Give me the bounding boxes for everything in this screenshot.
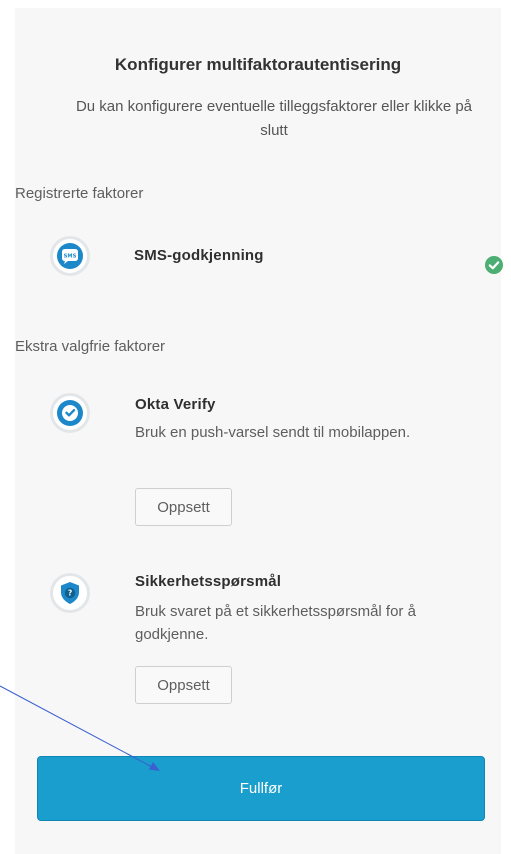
- security-question-icon: ?: [50, 573, 90, 613]
- okta-verify-name: Okta Verify: [135, 396, 216, 413]
- sms-factor-name: SMS-godkjenning: [134, 247, 264, 264]
- page-subtitle: Du kan konfigurere eventuelle tilleggsfa…: [75, 98, 473, 139]
- security-question-description: Bruk svaret på et sikkerhetsspørsmål for…: [135, 603, 416, 643]
- svg-text:SMS: SMS: [64, 254, 77, 260]
- okta-verify-description: Bruk en push-varsel sendt til mobilappen…: [135, 424, 411, 441]
- sms-icon: SMS: [50, 236, 90, 276]
- security-question-setup-button[interactable]: Oppsett: [135, 666, 232, 704]
- check-circle-icon: [485, 256, 503, 274]
- optional-factors-label: Ekstra valgfrie faktorer: [15, 338, 166, 355]
- okta-verify-icon: [50, 393, 90, 433]
- okta-verify-setup-button[interactable]: Oppsett: [135, 488, 232, 526]
- finish-button[interactable]: Fullfør: [37, 756, 485, 821]
- security-question-name: Sikkerhetsspørsmål: [135, 573, 282, 590]
- page-title: Konfigurer multifaktorautentisering: [114, 55, 402, 74]
- svg-text:?: ?: [68, 589, 72, 598]
- mfa-setup-card: Konfigurer multifaktorautentisering Du k…: [15, 8, 503, 854]
- registered-factors-label: Registrerte faktorer: [15, 185, 144, 202]
- page: Konfigurer multifaktorautentisering Du k…: [0, 0, 511, 854]
